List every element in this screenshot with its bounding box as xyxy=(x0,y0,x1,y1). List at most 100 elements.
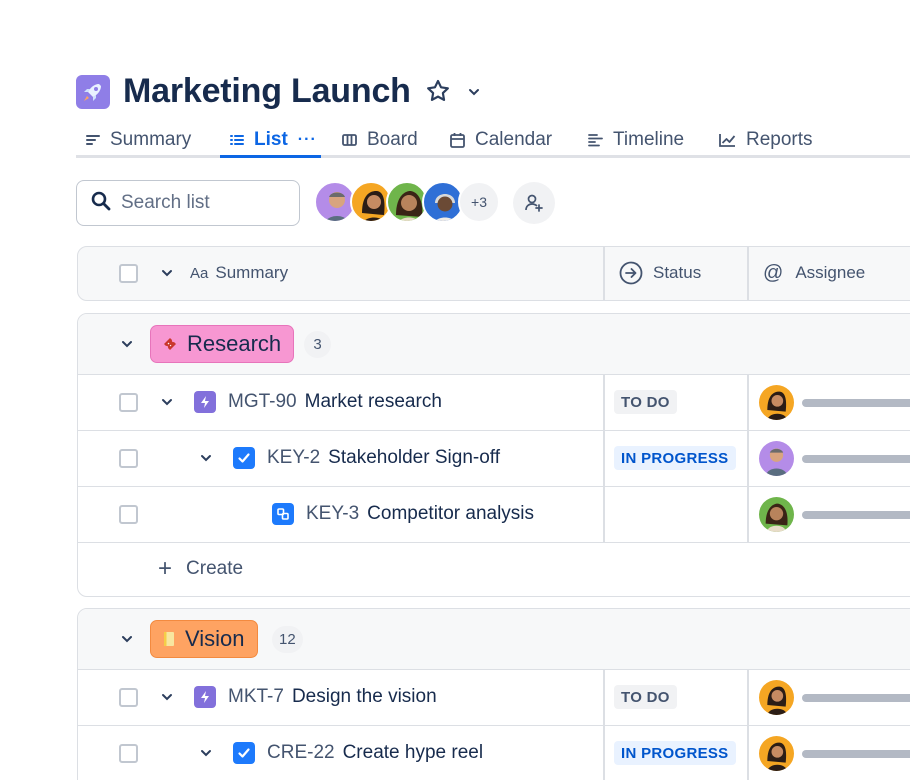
avatar xyxy=(759,680,794,715)
assignee-cell[interactable] xyxy=(759,680,910,715)
table-row[interactable]: CRE-22 Create hype reel IN PROGRESS xyxy=(78,726,910,780)
more-people-count[interactable]: +3 xyxy=(458,181,500,223)
column-label: Summary xyxy=(215,263,289,282)
board-icon xyxy=(342,133,357,147)
issue-key[interactable]: KEY-2 xyxy=(267,447,320,469)
issue-summary[interactable]: Stakeholder Sign-off xyxy=(328,447,500,469)
group-header: Research 3 xyxy=(78,314,910,375)
tab-reports[interactable]: Reports xyxy=(719,122,813,158)
assignee-cell[interactable] xyxy=(759,441,910,476)
notebook-icon xyxy=(161,630,177,648)
row-checkbox[interactable] xyxy=(119,744,138,763)
chevron-down-icon[interactable] xyxy=(160,396,174,414)
assignee-cell[interactable] xyxy=(759,736,910,771)
status-badge[interactable]: TO DO xyxy=(614,390,677,414)
create-label: Create xyxy=(186,558,244,579)
status-arrow-icon xyxy=(619,261,643,285)
epic-icon xyxy=(194,686,216,708)
subtask-icon xyxy=(272,503,294,525)
rocket-icon xyxy=(76,74,110,109)
avatar xyxy=(759,385,794,420)
column-label: Status xyxy=(653,263,702,282)
issue-summary[interactable]: Market research xyxy=(305,391,442,413)
select-all-checkbox[interactable] xyxy=(119,264,138,283)
issue-summary[interactable]: Create hype reel xyxy=(343,742,483,764)
star-icon[interactable] xyxy=(425,78,451,109)
table-row[interactable]: KEY-3 Competitor analysis xyxy=(78,487,910,543)
assignee-name-placeholder xyxy=(802,398,910,407)
assignee-cell[interactable] xyxy=(759,497,910,532)
assignee-name-placeholder xyxy=(802,454,910,463)
issue-summary[interactable]: Competitor analysis xyxy=(367,503,534,525)
status-badge[interactable]: TO DO xyxy=(614,685,677,709)
search-input[interactable] xyxy=(121,192,291,214)
issue-summary[interactable]: Design the vision xyxy=(292,686,437,708)
search-box[interactable] xyxy=(76,180,300,226)
issue-key[interactable]: MKT-7 xyxy=(228,686,284,708)
tab-list[interactable]: List ··· xyxy=(230,122,317,158)
add-people-button[interactable] xyxy=(513,182,555,224)
project-header: Marketing Launch xyxy=(76,72,481,111)
chevron-down-icon[interactable] xyxy=(199,747,213,765)
table-row[interactable]: MGT-90 Market research TO DO xyxy=(78,375,910,431)
view-tabs: Summary List ··· Board Calendar Timeline… xyxy=(76,118,910,158)
page-title: Marketing Launch xyxy=(123,72,411,110)
plus-icon: + xyxy=(158,555,173,582)
status-badge[interactable]: IN PROGRESS xyxy=(614,446,736,470)
more-icon[interactable]: ··· xyxy=(298,131,317,149)
table-row[interactable]: MKT-7 Design the vision TO DO xyxy=(78,670,910,726)
tab-summary[interactable]: Summary xyxy=(86,122,191,158)
tab-timeline[interactable]: Timeline xyxy=(588,122,684,158)
tab-label: Reports xyxy=(746,129,813,150)
summary-cell: CRE-22 Create hype reel xyxy=(233,726,483,780)
group-name: Vision xyxy=(185,626,245,651)
create-issue-button[interactable]: + Create xyxy=(158,542,243,596)
group-label-pill[interactable]: Research xyxy=(150,325,295,363)
chevron-down-icon[interactable] xyxy=(120,633,134,651)
row-checkbox[interactable] xyxy=(119,449,138,468)
column-status[interactable]: Status xyxy=(619,247,701,299)
tab-label: Timeline xyxy=(613,129,685,150)
epic-icon xyxy=(194,391,216,413)
chevron-down-icon[interactable] xyxy=(120,338,134,356)
chevron-down-icon[interactable] xyxy=(467,85,481,104)
summary-icon xyxy=(86,133,100,147)
tab-label: Summary xyxy=(110,129,192,150)
column-label: Assignee xyxy=(795,263,866,282)
tab-label: Board xyxy=(367,129,418,150)
assignee-name-placeholder xyxy=(802,510,910,519)
table-header: Aa Summary Status @ Assignee xyxy=(77,246,910,301)
row-checkbox[interactable] xyxy=(119,505,138,524)
row-checkbox[interactable] xyxy=(119,393,138,412)
avatar xyxy=(759,736,794,771)
chevron-down-icon[interactable] xyxy=(160,267,174,285)
group-vision: Vision 12 MKT-7 Design the vision TO DO … xyxy=(77,608,910,780)
group-label-pill[interactable]: Vision xyxy=(150,620,258,658)
group-name: Research xyxy=(187,331,282,356)
column-summary[interactable]: Aa Summary xyxy=(190,247,288,299)
issue-key[interactable]: MGT-90 xyxy=(228,391,297,413)
chevron-down-icon[interactable] xyxy=(199,452,213,470)
ticket-icon xyxy=(161,335,179,353)
reports-icon xyxy=(719,133,736,147)
assignee-name-placeholder xyxy=(802,749,910,758)
chevron-down-icon[interactable] xyxy=(160,691,174,709)
tab-board[interactable]: Board xyxy=(342,122,418,158)
status-badge[interactable]: IN PROGRESS xyxy=(614,741,736,765)
task-checkbox-icon xyxy=(233,742,255,764)
tab-calendar[interactable]: Calendar xyxy=(450,122,552,158)
issue-key[interactable]: CRE-22 xyxy=(267,742,335,764)
issue-key[interactable]: KEY-3 xyxy=(306,503,359,525)
task-checkbox-icon xyxy=(233,447,255,469)
row-checkbox[interactable] xyxy=(119,688,138,707)
group-header: Vision 12 xyxy=(78,609,910,670)
group-research: Research 3 MGT-90 Market research TO DO … xyxy=(77,313,910,597)
table-row[interactable]: KEY-2 Stakeholder Sign-off IN PROGRESS xyxy=(78,431,910,487)
mention-icon: @ xyxy=(763,261,784,284)
column-assignee[interactable]: @ Assignee xyxy=(763,247,865,299)
text-type-icon: Aa xyxy=(190,264,209,282)
active-tab-indicator xyxy=(220,155,321,158)
summary-cell: KEY-3 Competitor analysis xyxy=(272,487,534,541)
assignee-cell[interactable] xyxy=(759,385,910,420)
add-person-icon xyxy=(525,194,543,212)
